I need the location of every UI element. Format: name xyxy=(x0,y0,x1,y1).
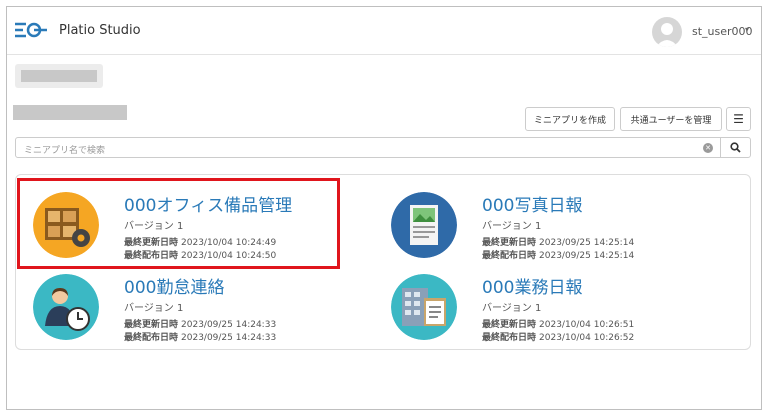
last-published: 最終配布日時 2023/09/25 14:24:33 xyxy=(124,330,276,343)
app-title: Platio Studio xyxy=(59,23,141,38)
miniapp-version: バージョン 1 xyxy=(482,221,542,232)
app-window: Platio Studio st_user000 ▾ ミニアプリを作成 共通ユー… xyxy=(6,6,762,410)
last-published-value: 2023/10/04 10:26:52 xyxy=(539,333,635,343)
miniapp-version: バージョン 1 xyxy=(124,303,184,314)
clear-icon[interactable]: ✕ xyxy=(703,143,713,153)
last-published-label: 最終配布日時 xyxy=(482,333,537,343)
last-published: 最終配布日時 2023/09/25 14:25:14 xyxy=(482,248,634,261)
miniapp-title[interactable]: 000写真日報 xyxy=(482,191,582,216)
highlight-box xyxy=(17,178,340,269)
last-published: 最終配布日時 2023/10/04 10:26:52 xyxy=(482,330,634,343)
person-icon xyxy=(656,23,678,47)
last-published-value: 2023/09/25 14:25:14 xyxy=(539,251,635,261)
last-updated-value: 2023/10/04 10:26:51 xyxy=(539,320,635,330)
redacted-text xyxy=(21,70,97,82)
miniapp-card[interactable]: 000写真日報 バージョン 1 最終更新日時 2023/09/25 14:25:1… xyxy=(376,185,696,265)
miniapp-title[interactable]: 000業務日報 xyxy=(482,273,582,298)
menu-icon[interactable]: ☰ xyxy=(726,107,751,131)
caret-down-icon[interactable]: ▾ xyxy=(745,25,749,34)
platio-logo-icon[interactable] xyxy=(14,19,47,41)
miniapp-card[interactable]: 000業務日報 バージョン 1 最終更新日時 2023/10/04 10:26:5… xyxy=(376,267,696,347)
miniapp-version: バージョン 1 xyxy=(482,303,542,314)
last-published-label: 最終配布日時 xyxy=(124,333,179,343)
create-miniapp-button[interactable]: ミニアプリを作成 xyxy=(525,107,615,131)
last-updated-label: 最終更新日時 xyxy=(482,238,537,248)
last-updated: 最終更新日時 2023/10/04 10:26:51 xyxy=(482,317,634,330)
last-updated: 最終更新日時 2023/09/25 14:24:33 xyxy=(124,317,276,330)
top-header: Platio Studio st_user000 ▾ xyxy=(7,7,761,55)
last-updated-value: 2023/09/25 14:25:14 xyxy=(539,238,635,248)
user-name-menu[interactable]: st_user000 xyxy=(692,25,753,38)
building-clipboard-icon xyxy=(391,274,457,340)
user-avatar[interactable] xyxy=(652,17,682,47)
last-updated: 最終更新日時 2023/09/25 14:25:14 xyxy=(482,235,634,248)
redacted-tab xyxy=(15,64,103,88)
last-updated-label: 最終更新日時 xyxy=(482,320,537,330)
photo-document-icon xyxy=(391,192,457,258)
last-updated-label: 最終更新日時 xyxy=(124,320,179,330)
search-button[interactable] xyxy=(720,137,751,158)
last-updated-value: 2023/09/25 14:24:33 xyxy=(181,320,277,330)
person-clock-icon xyxy=(33,274,99,340)
last-published-label: 最終配布日時 xyxy=(482,251,537,261)
miniapp-card[interactable]: 000勤怠連絡 バージョン 1 最終更新日時 2023/09/25 14:24:3… xyxy=(18,267,338,347)
search-icon xyxy=(730,142,741,153)
miniapp-title[interactable]: 000勤怠連絡 xyxy=(124,273,224,298)
search-box: ✕ xyxy=(15,137,721,161)
manage-shared-users-button[interactable]: 共通ユーザーを管理 xyxy=(620,107,722,131)
search-input[interactable] xyxy=(16,141,676,161)
last-published-value: 2023/09/25 14:24:33 xyxy=(181,333,277,343)
redacted-heading xyxy=(13,105,127,120)
